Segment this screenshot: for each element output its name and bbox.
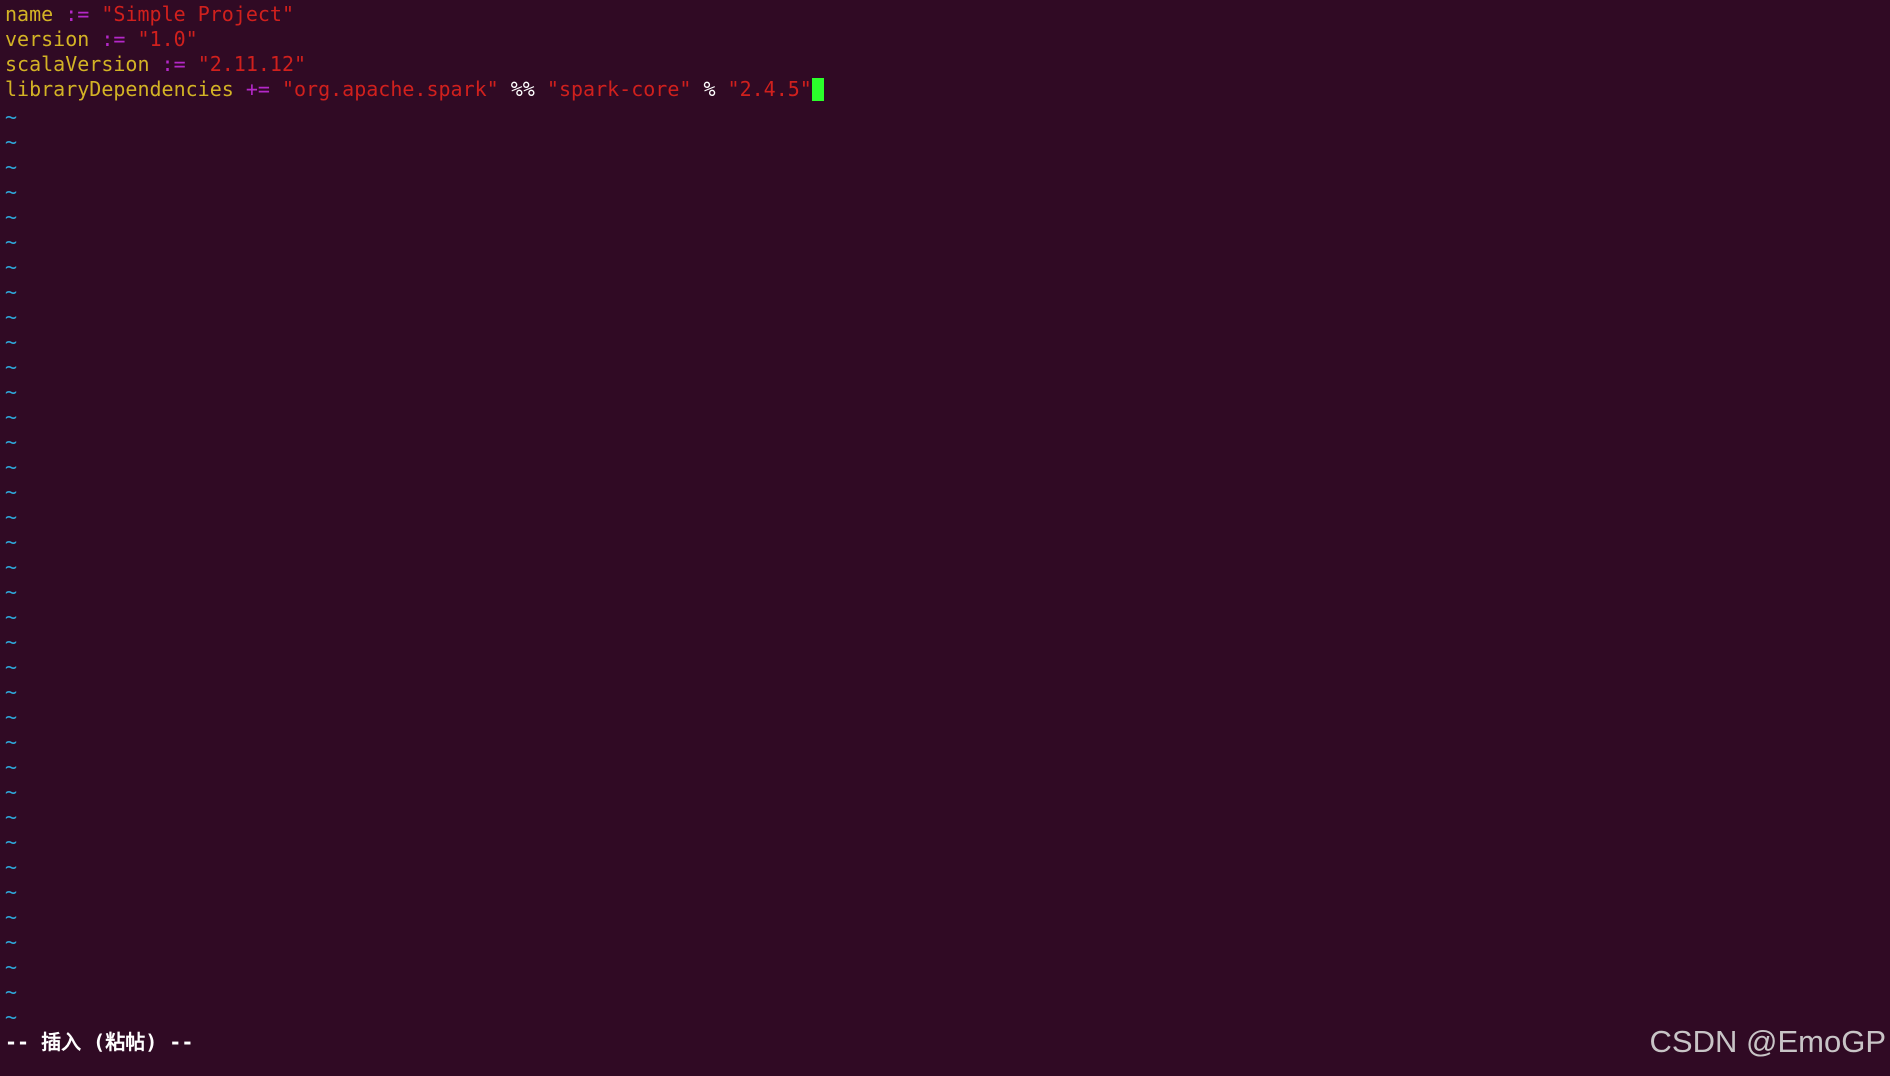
empty-line-marker: ~ bbox=[5, 255, 18, 279]
empty-line-marker: ~ bbox=[5, 555, 18, 579]
empty-line-marker: ~ bbox=[5, 230, 18, 254]
empty-line-marker: ~ bbox=[5, 780, 18, 804]
empty-line-marker: ~ bbox=[5, 905, 18, 929]
empty-line-marker: ~ bbox=[5, 830, 18, 854]
code-identifier: name bbox=[5, 2, 54, 26]
empty-line-marker: ~ bbox=[5, 755, 18, 779]
empty-line-marker: ~ bbox=[5, 530, 18, 554]
empty-line-marker: ~ bbox=[5, 1005, 18, 1029]
empty-line-marker: ~ bbox=[5, 505, 18, 529]
empty-line-marker: ~ bbox=[5, 855, 18, 879]
empty-line-marker: ~ bbox=[5, 630, 18, 654]
empty-line-marker: ~ bbox=[5, 880, 18, 904]
empty-line-marker: ~ bbox=[5, 730, 18, 754]
empty-line-marker: ~ bbox=[5, 680, 18, 704]
empty-line-marker: ~ bbox=[5, 480, 18, 504]
terminal-window[interactable]: name := "Simple Project" version := "1.0… bbox=[0, 0, 1890, 1076]
code-string: "1.0" bbox=[137, 27, 198, 51]
watermark-text: CSDN @EmoGP bbox=[1649, 1024, 1886, 1059]
empty-line-marker: ~ bbox=[5, 105, 18, 129]
empty-line-marker: ~ bbox=[5, 180, 18, 204]
empty-line-marker: ~ bbox=[5, 930, 18, 954]
code-operator: := bbox=[161, 52, 186, 76]
code-identifier: libraryDependencies bbox=[5, 77, 234, 101]
editor-line-2[interactable]: version := "1.0" bbox=[5, 27, 198, 52]
empty-line-marker: ~ bbox=[5, 955, 18, 979]
empty-line-marker: ~ bbox=[5, 305, 18, 329]
empty-line-marker: ~ bbox=[5, 980, 18, 1004]
code-operator: := bbox=[101, 27, 126, 51]
code-operator: := bbox=[65, 2, 90, 26]
editor-line-4[interactable]: libraryDependencies += "org.apache.spark… bbox=[5, 77, 824, 102]
code-separator: % bbox=[703, 77, 716, 101]
code-string: "2.11.12" bbox=[197, 52, 307, 76]
empty-line-markers: ~ ~ ~ ~ ~ ~ ~ ~ ~ ~ ~ ~ ~ ~ ~ ~ ~ ~ ~ ~ ~ ~ ~ ~ ~ ~ ~ ~ ~ ~ ~ ~ ~ ~ ~ ~ ~ bbox=[5, 105, 25, 1030]
code-string: "spark-core" bbox=[546, 77, 692, 101]
empty-line-marker: ~ bbox=[5, 155, 18, 179]
empty-line-marker: ~ bbox=[5, 655, 18, 679]
empty-line-marker: ~ bbox=[5, 280, 18, 304]
code-operator: += bbox=[245, 77, 270, 101]
empty-line-marker: ~ bbox=[5, 605, 18, 629]
code-string: "Simple Project" bbox=[101, 2, 295, 26]
empty-line-marker: ~ bbox=[5, 405, 18, 429]
editor-line-1[interactable]: name := "Simple Project" bbox=[5, 2, 294, 27]
empty-line-marker: ~ bbox=[5, 580, 18, 604]
text-cursor bbox=[811, 77, 824, 101]
empty-line-marker: ~ bbox=[5, 355, 18, 379]
code-string: "org.apache.spark" bbox=[281, 77, 499, 101]
code-identifier: scalaVersion bbox=[5, 52, 150, 76]
empty-line-marker: ~ bbox=[5, 330, 18, 354]
empty-line-marker: ~ bbox=[5, 380, 18, 404]
empty-line-marker: ~ bbox=[5, 805, 18, 829]
editor-line-3[interactable]: scalaVersion := "2.11.12" bbox=[5, 52, 306, 77]
code-identifier: version bbox=[5, 27, 90, 51]
empty-line-marker: ~ bbox=[5, 705, 18, 729]
empty-line-marker: ~ bbox=[5, 430, 18, 454]
empty-line-marker: ~ bbox=[5, 455, 18, 479]
code-separator: %% bbox=[510, 77, 535, 101]
empty-line-marker: ~ bbox=[5, 130, 18, 154]
empty-line-marker: ~ bbox=[5, 205, 18, 229]
code-string: "2.4.5" bbox=[727, 77, 812, 101]
vim-mode-indicator: -- 插入 (粘帖) -- bbox=[5, 1030, 194, 1054]
